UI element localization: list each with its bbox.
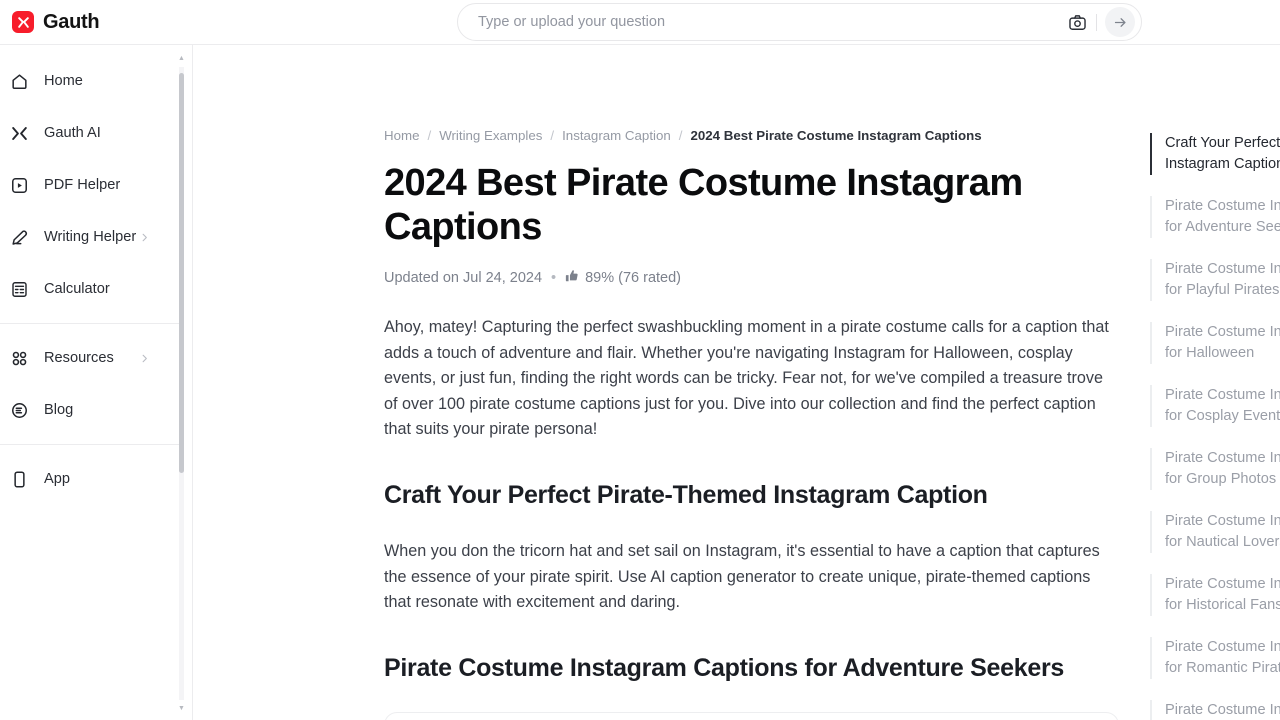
caption-card[interactable]: "Setting sail on a new adventure!" bbox=[384, 711, 1119, 720]
app-root: Gauth Type or upload your question Home … bbox=[0, 0, 1280, 720]
article-meta: Updated on Jul 24, 2024 • 89% (76 rated) bbox=[384, 269, 1119, 287]
scroll-up-arrow-icon[interactable]: ▲ bbox=[177, 55, 186, 62]
article-inner: Home / Writing Examples / Instagram Capt… bbox=[384, 128, 1119, 720]
home-icon bbox=[8, 72, 30, 91]
thumbs-up-icon bbox=[565, 269, 579, 287]
section-heading-2: Pirate Costume Instagram Captions for Ad… bbox=[384, 653, 1064, 682]
sidebar-divider-2 bbox=[0, 444, 184, 445]
toc-link: Pirate Costume Instagram Captions for Ad… bbox=[1165, 198, 1280, 235]
sidebar-item-label: PDF Helper bbox=[44, 177, 121, 193]
breadcrumb-separator: / bbox=[678, 128, 683, 143]
gauth-logo-icon bbox=[12, 11, 34, 33]
toc-link: Pirate Costume Instagram Captions for Co… bbox=[1165, 387, 1280, 424]
toc-item[interactable]: Pirate Costume Instagram Captions for Gr… bbox=[1150, 448, 1280, 490]
sidebar-item-writing-helper[interactable]: Writing Helper bbox=[0, 211, 192, 263]
scrollbar-thumb[interactable] bbox=[179, 73, 184, 473]
breadcrumb-item-home[interactable]: Home bbox=[384, 128, 419, 143]
sidebar-item-label: Home bbox=[44, 73, 83, 89]
toc-item[interactable]: Pirate Costume Instagram Captions for Fa… bbox=[1150, 700, 1280, 720]
toc-link: Pirate Costume Instagram Captions for Ro… bbox=[1165, 639, 1280, 676]
breadcrumb: Home / Writing Examples / Instagram Capt… bbox=[384, 128, 1119, 143]
header-divider bbox=[1096, 13, 1097, 31]
toc-link: Pirate Costume Instagram Captions for Fa… bbox=[1165, 702, 1280, 718]
search-box[interactable] bbox=[457, 3, 1142, 41]
sidebar-item-label: Writing Helper bbox=[44, 229, 137, 245]
sidebar-divider-1 bbox=[0, 323, 184, 324]
toc-link: Pirate Costume Instagram Captions for Gr… bbox=[1165, 450, 1280, 487]
camera-icon[interactable] bbox=[1064, 9, 1090, 35]
brand-name: Gauth bbox=[43, 10, 100, 33]
toc-link: Pirate Costume Instagram Captions for Hi… bbox=[1165, 576, 1280, 613]
toc-link: Pirate Costume Instagram Captions for Ha… bbox=[1165, 324, 1280, 361]
toc-item[interactable]: Pirate Costume Instagram Captions for Ad… bbox=[1150, 196, 1280, 238]
breadcrumb-item-writing-examples[interactable]: Writing Examples bbox=[439, 128, 542, 143]
sidebar-item-app[interactable]: App bbox=[0, 453, 192, 505]
sidebar-item-home[interactable]: Home bbox=[0, 55, 192, 107]
section-heading-1: Craft Your Perfect Pirate-Themed Instagr… bbox=[384, 480, 988, 509]
toc-item[interactable]: Pirate Costume Instagram Captions for Ha… bbox=[1150, 322, 1280, 364]
brand-logo[interactable]: Gauth bbox=[0, 10, 100, 34]
calculator-icon bbox=[8, 280, 30, 299]
sidebar-item-pdf-helper[interactable]: PDF Helper bbox=[0, 159, 192, 211]
grid-icon bbox=[8, 349, 30, 368]
toc-link: Pirate Costume Instagram Captions for Pl… bbox=[1165, 261, 1280, 298]
search-submit-button[interactable] bbox=[1105, 7, 1135, 37]
top-header: Gauth bbox=[0, 0, 1280, 45]
toc-item[interactable]: Craft Your Perfect Pirate-Themed Instagr… bbox=[1150, 133, 1280, 175]
pencil-icon bbox=[8, 228, 30, 247]
sidebar-item-label: Resources bbox=[44, 350, 114, 366]
scroll-down-arrow-icon[interactable]: ▼ bbox=[177, 705, 186, 712]
gauth-ai-icon bbox=[8, 124, 30, 143]
blog-icon bbox=[8, 401, 30, 420]
sidebar: Home Gauth AI PDF Helper Writing Helper … bbox=[0, 45, 193, 720]
sidebar-item-label: Calculator bbox=[44, 281, 110, 297]
toc-link: Pirate Costume Instagram Captions for Na… bbox=[1165, 513, 1280, 550]
article-column: Home / Writing Examples / Instagram Capt… bbox=[193, 45, 1280, 720]
sidebar-item-calculator[interactable]: Calculator bbox=[0, 263, 192, 315]
rating-group: 89% (76 rated) bbox=[565, 269, 681, 287]
page-title: 2024 Best Pirate Costume Instagram Capti… bbox=[384, 162, 1023, 248]
breadcrumb-item-instagram-caption[interactable]: Instagram Caption bbox=[562, 128, 671, 143]
breadcrumb-separator: / bbox=[427, 128, 432, 143]
toc-link: Craft Your Perfect Pirate-Themed Instagr… bbox=[1165, 135, 1280, 172]
sidebar-item-gauth-ai[interactable]: Gauth AI bbox=[0, 107, 192, 159]
breadcrumb-separator: / bbox=[550, 128, 555, 143]
app-icon bbox=[8, 470, 30, 489]
section-body-1: When you don the tricorn hat and set sai… bbox=[384, 541, 1100, 612]
toc-item[interactable]: Pirate Costume Instagram Captions for Ro… bbox=[1150, 637, 1280, 679]
toc-item[interactable]: Pirate Costume Instagram Captions for Pl… bbox=[1150, 259, 1280, 301]
intro-paragraph: Ahoy, matey! Capturing the perfect swash… bbox=[384, 318, 1109, 439]
body-area: Home Gauth AI PDF Helper Writing Helper … bbox=[0, 45, 1280, 720]
rating-value: 89% (76 rated) bbox=[585, 270, 682, 286]
main-content: Home / Writing Examples / Instagram Capt… bbox=[193, 45, 1280, 720]
updated-date: Updated on Jul 24, 2024 bbox=[384, 270, 543, 286]
pdf-helper-icon bbox=[8, 176, 30, 195]
sidebar-item-blog[interactable]: Blog bbox=[0, 384, 192, 436]
toc-item[interactable]: Pirate Costume Instagram Captions for Na… bbox=[1150, 511, 1280, 553]
meta-separator: • bbox=[551, 270, 557, 286]
breadcrumb-item-current: 2024 Best Pirate Costume Instagram Capti… bbox=[690, 128, 982, 143]
search-input[interactable] bbox=[478, 14, 1064, 30]
sidebar-item-label: Gauth AI bbox=[44, 125, 101, 141]
table-of-contents: Craft Your Perfect Pirate-Themed Instagr… bbox=[1150, 45, 1280, 720]
toc-item[interactable]: Pirate Costume Instagram Captions for Co… bbox=[1150, 385, 1280, 427]
chevron-right-icon bbox=[139, 232, 150, 243]
chevron-right-icon bbox=[139, 353, 150, 364]
sidebar-item-label: App bbox=[44, 471, 70, 487]
sidebar-item-resources[interactable]: Resources bbox=[0, 332, 192, 384]
toc-item[interactable]: Pirate Costume Instagram Captions for Hi… bbox=[1150, 574, 1280, 616]
sidebar-scrollbar[interactable]: ▲ ▼ bbox=[177, 55, 186, 712]
sidebar-item-label: Blog bbox=[44, 402, 74, 418]
search-container bbox=[457, 3, 1142, 41]
